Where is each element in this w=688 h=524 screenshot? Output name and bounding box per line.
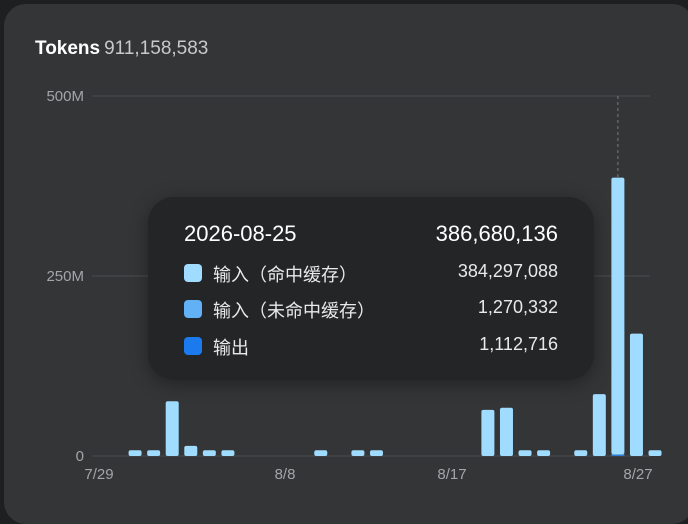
bar-8-20-s0[interactable]	[537, 450, 551, 456]
y-axis-ticks: 500M 250M 0	[46, 88, 84, 465]
tooltip-row-input-uncached: 输入（未命中缓存） 1,270,332	[184, 297, 558, 321]
bar-8-24-s2[interactable]	[611, 455, 625, 456]
bar-8-24-s1[interactable]	[611, 454, 625, 456]
bar-7-31-s0[interactable]	[165, 401, 179, 456]
bar-8-1-s0[interactable]	[184, 445, 198, 456]
bar-8-8-s0[interactable]	[314, 450, 328, 456]
bar-8-25-s0[interactable]	[629, 333, 643, 456]
bar-7-29-s0[interactable]	[128, 450, 142, 456]
tooltip-row-value: 384,297,088	[457, 261, 558, 281]
y-tick-label: 0	[76, 448, 84, 465]
tooltip-date: 2026-08-25	[184, 221, 297, 246]
bar-8-3-s0[interactable]	[221, 450, 235, 456]
legend-swatch	[184, 337, 202, 355]
bar-8-23-s0[interactable]	[592, 394, 606, 456]
bar-8-10-s0[interactable]	[351, 450, 365, 456]
bar-7-30-s0[interactable]	[147, 450, 161, 456]
x-axis-ticks: 7/29 8/8 8/17 8/27	[84, 466, 652, 483]
tooltip-row-name: 输入（未命中缓存）	[213, 301, 375, 321]
tooltip-row-output: 输出 1,112,716	[184, 334, 558, 358]
chart-tooltip: 2026-08-25 386,680,136 输入（命中缓存） 384,297,…	[148, 197, 594, 380]
y-tick-label: 500M	[46, 88, 84, 105]
bar-8-19-s0[interactable]	[518, 450, 532, 456]
x-tick-label: 8/8	[275, 466, 296, 483]
x-tick-label: 8/27	[623, 466, 652, 483]
tooltip-total: 386,680,136	[435, 221, 558, 246]
bar-8-22-s0[interactable]	[574, 450, 588, 456]
bar-8-2-s0[interactable]	[202, 450, 216, 456]
bar-8-11-s0[interactable]	[369, 450, 383, 456]
bar-8-18-s0[interactable]	[499, 407, 513, 456]
tooltip-row-value: 1,270,332	[477, 297, 558, 317]
tooltip-row-name: 输入（命中缓存）	[213, 265, 357, 285]
legend-swatch	[184, 264, 202, 282]
tooltip-row-value: 1,112,716	[479, 334, 558, 354]
legend-swatch	[184, 300, 202, 318]
x-tick-label: 7/29	[84, 466, 113, 483]
y-tick-label: 250M	[46, 268, 84, 285]
bar-8-17-s0[interactable]	[481, 409, 495, 456]
bar-8-26-s0[interactable]	[648, 450, 662, 456]
tooltip-row-input-cached: 输入（命中缓存） 384,297,088	[184, 261, 558, 285]
tooltip-row-name: 输出	[213, 338, 249, 358]
bar-8-24-s0[interactable]	[611, 177, 625, 455]
x-tick-label: 8/17	[437, 466, 466, 483]
